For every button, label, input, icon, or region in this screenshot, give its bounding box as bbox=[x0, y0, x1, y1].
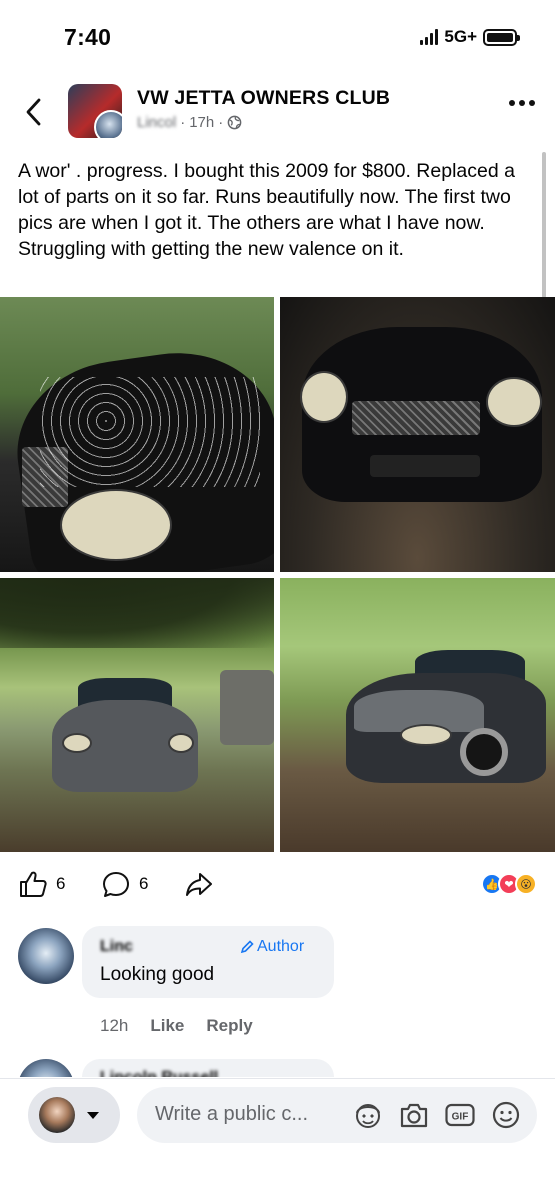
thumbs-up-icon bbox=[20, 871, 47, 897]
comment-input[interactable]: Write a public c... GIF bbox=[137, 1087, 537, 1143]
share-arrow-icon bbox=[186, 873, 212, 896]
scrollbar[interactable] bbox=[542, 152, 546, 298]
author-badge: Author bbox=[240, 938, 304, 956]
avatar-sticker-button[interactable] bbox=[351, 1098, 385, 1132]
comment-composer: Write a public c... GIF bbox=[0, 1078, 555, 1200]
comment-like-button[interactable]: Like bbox=[150, 1016, 184, 1036]
smiley-icon bbox=[492, 1101, 520, 1129]
post-time[interactable]: 17h bbox=[189, 114, 214, 131]
car-photo-1[interactable] bbox=[0, 297, 274, 572]
comment-bubble-icon bbox=[103, 872, 129, 897]
group-avatar[interactable] bbox=[68, 84, 122, 138]
more-options-button[interactable] bbox=[509, 100, 535, 106]
composer-icons: GIF bbox=[351, 1098, 523, 1132]
pencil-icon bbox=[240, 940, 254, 954]
svg-text:GIF: GIF bbox=[452, 1112, 469, 1123]
commenter-name[interactable]: Linc bbox=[100, 938, 133, 956]
comment-count: 6 bbox=[139, 874, 149, 893]
commenter-avatar[interactable] bbox=[18, 1059, 74, 1077]
caret-down-icon bbox=[87, 1111, 99, 1119]
comment-button[interactable]: 6 bbox=[101, 870, 148, 898]
author-badge-label: Author bbox=[257, 938, 305, 955]
car-photo-2[interactable] bbox=[280, 297, 555, 572]
back-arrow-icon bbox=[26, 98, 41, 126]
status-indicators: 5G+ bbox=[420, 27, 520, 47]
author-avatar[interactable] bbox=[94, 110, 122, 138]
like-button[interactable]: 6 bbox=[18, 870, 65, 898]
comment-bubble[interactable]: Lincoln Russell bbox=[82, 1059, 334, 1077]
meta-separator: · bbox=[218, 114, 224, 131]
comment-actions: 12h Like Reply bbox=[100, 1016, 253, 1036]
status-bar: 7:40 5G+ bbox=[0, 0, 555, 70]
meta-separator: · bbox=[180, 114, 186, 131]
post-text: A wor' . progress. I bought this 2009 fo… bbox=[18, 160, 515, 260]
reaction-summary[interactable]: 👍 ❤ 😮 bbox=[481, 873, 537, 895]
post-meta: Lincol · 17h · bbox=[137, 114, 242, 131]
commenter-avatar[interactable] bbox=[18, 928, 74, 984]
back-button[interactable] bbox=[16, 92, 50, 132]
comment-time[interactable]: 12h bbox=[100, 1016, 128, 1036]
emoji-button[interactable] bbox=[489, 1098, 523, 1132]
signal-icon bbox=[420, 29, 439, 45]
comment-bubble[interactable]: Linc Author Looking good bbox=[82, 926, 334, 998]
reactions-bar: 6 6 👍 ❤ 😮 bbox=[0, 860, 555, 910]
avatar-sticker-icon bbox=[356, 1104, 380, 1128]
car-photo-3[interactable] bbox=[0, 578, 274, 852]
user-avatar bbox=[39, 1097, 75, 1133]
network-type: 5G+ bbox=[444, 27, 477, 46]
status-time: 7:40 bbox=[64, 24, 112, 50]
comment-text: Looking good bbox=[100, 964, 215, 985]
commenter-name[interactable]: Lincoln Russell bbox=[100, 1069, 218, 1077]
comment-reply-button[interactable]: Reply bbox=[206, 1016, 252, 1036]
group-name[interactable]: VW JETTA OWNERS CLUB bbox=[137, 87, 390, 110]
car-photo-4[interactable] bbox=[280, 578, 555, 852]
photo-grid bbox=[0, 297, 555, 853]
comment-item-partial: Lincoln Russell bbox=[0, 1055, 555, 1077]
battery-icon bbox=[483, 28, 520, 46]
camera-button[interactable] bbox=[397, 1098, 431, 1132]
author-name[interactable]: Lincol bbox=[137, 114, 176, 131]
share-button[interactable] bbox=[184, 870, 214, 898]
gif-button[interactable]: GIF bbox=[443, 1098, 477, 1132]
post-header: VW JETTA OWNERS CLUB Lincol · 17h · bbox=[0, 78, 555, 144]
comment-placeholder: Write a public c... bbox=[155, 1103, 309, 1125]
camera-icon bbox=[400, 1103, 428, 1128]
identity-switcher[interactable] bbox=[28, 1087, 120, 1143]
globe-icon bbox=[227, 115, 242, 130]
wow-reaction-icon: 😮 bbox=[515, 873, 537, 895]
like-count: 6 bbox=[56, 874, 66, 893]
gif-icon: GIF bbox=[445, 1103, 475, 1127]
